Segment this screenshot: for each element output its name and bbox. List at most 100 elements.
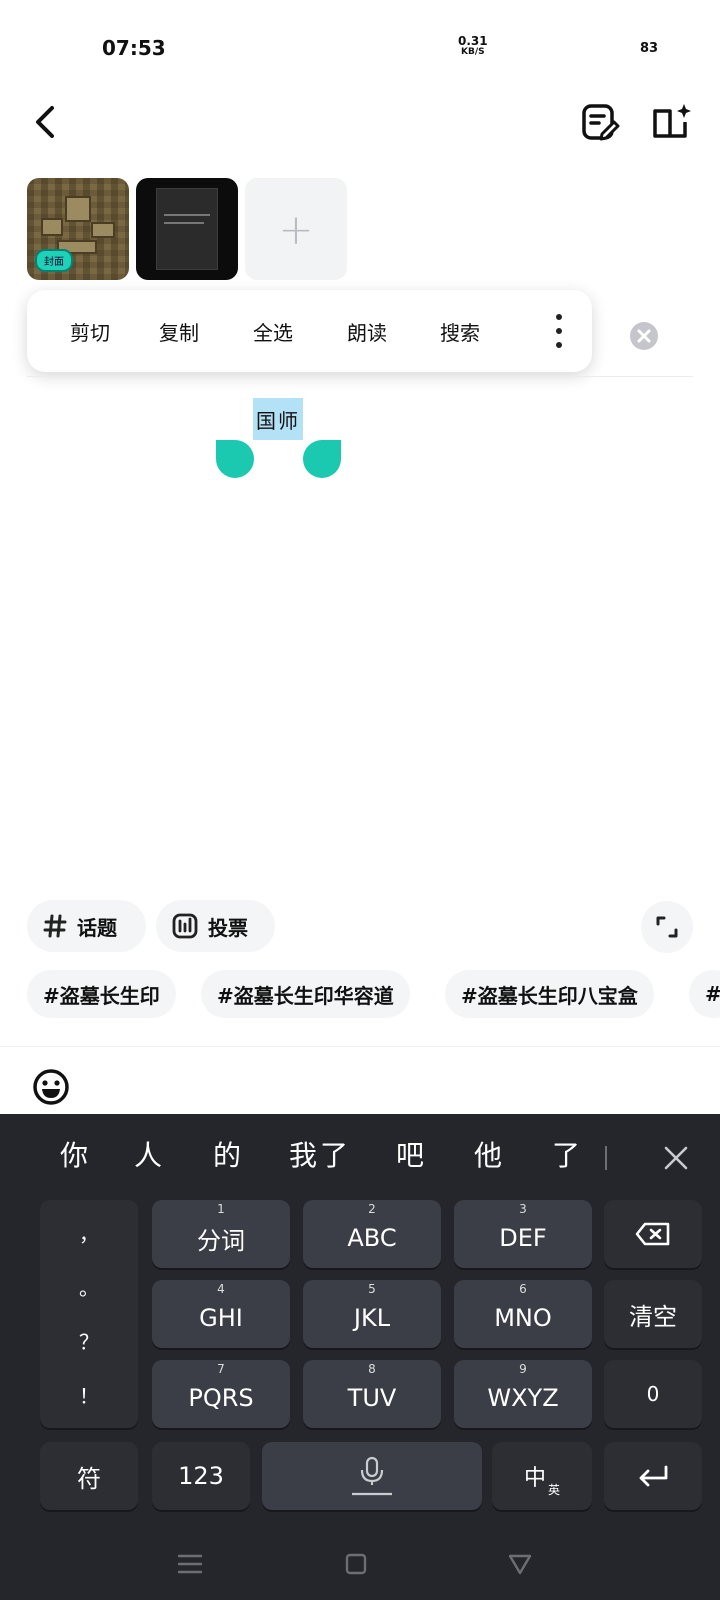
candidate-word[interactable]: 了 (320, 1134, 348, 1174)
key-0[interactable]: 0 (604, 1360, 702, 1428)
back-triangle-icon (508, 1554, 532, 1575)
tag-chip[interactable]: #盗墓长生印八宝盒 (445, 970, 654, 1018)
key-label: 0 (646, 1382, 660, 1406)
key-1[interactable]: 1 分词 (152, 1200, 290, 1268)
key-8[interactable]: 8 TUV (303, 1360, 441, 1428)
tag-chip[interactable]: #盗墓长生印华容道 (201, 970, 410, 1018)
candidate-word[interactable]: 我 (289, 1134, 317, 1174)
key-label: JKL (353, 1304, 391, 1332)
key-4[interactable]: 4 GHI (152, 1280, 290, 1348)
numbers-key-label: 123 (178, 1462, 224, 1490)
punct-period-key[interactable]: 。 (40, 1272, 138, 1301)
space-key[interactable] (262, 1442, 482, 1510)
poll-icon (172, 913, 198, 939)
key-label: PQRS (188, 1384, 254, 1412)
read-aloud-menu-item[interactable]: 朗读 (347, 290, 387, 372)
key-2[interactable]: 2 ABC (303, 1200, 441, 1268)
expand-editor-button[interactable] (641, 901, 693, 953)
punct-question-key[interactable]: ？ (40, 1326, 138, 1355)
punctuation-column: ， 。 ？ ！ (40, 1200, 138, 1428)
expand-icon (656, 916, 678, 938)
chevron-left-icon (36, 106, 54, 138)
key-7[interactable]: 7 PQRS (152, 1360, 290, 1428)
candidate-separator (605, 1146, 607, 1170)
network-speed-value: 0.31 (458, 34, 488, 48)
symbols-key[interactable]: 符 (40, 1442, 138, 1510)
lang-sub-label: 英 (548, 1482, 561, 1497)
plus-icon: + (278, 204, 314, 254)
candidate-word[interactable]: 了 (552, 1134, 580, 1174)
selection-handle-end[interactable] (303, 440, 341, 478)
microphone-icon (352, 1456, 392, 1496)
language-switch-key[interactable]: 中 英 (492, 1442, 592, 1510)
key-label: WXYZ (487, 1384, 559, 1412)
topic-label: 话题 (77, 915, 117, 940)
enter-key[interactable] (604, 1442, 702, 1510)
home-nav-button[interactable] (334, 1542, 378, 1586)
search-menu-item[interactable]: 搜索 (440, 290, 480, 372)
candidate-word[interactable]: 他 (474, 1134, 502, 1174)
backspace-key[interactable] (604, 1200, 702, 1268)
key-5[interactable]: 5 JKL (303, 1280, 441, 1348)
key-9[interactable]: 9 WXYZ (454, 1360, 592, 1428)
more-options-icon[interactable] (547, 314, 571, 348)
image-thumbnail[interactable] (136, 178, 238, 280)
clear-title-button[interactable] (630, 322, 658, 350)
key-number: 7 (217, 1362, 225, 1376)
add-image-button[interactable]: + (245, 178, 347, 280)
candidate-word[interactable]: 人 (134, 1134, 162, 1174)
back-button[interactable] (24, 98, 66, 146)
title-divider (27, 376, 693, 377)
vote-button[interactable]: 投票 (156, 900, 275, 952)
image-strip: 封面 + (27, 178, 347, 280)
candidate-word[interactable]: 吧 (396, 1134, 424, 1174)
key-number: 4 (217, 1282, 225, 1296)
text-selection-menu: 剪切 复制 全选 朗读 搜索 (27, 290, 592, 372)
key-label: 分词 (197, 1226, 245, 1255)
select-all-menu-item[interactable]: 全选 (253, 290, 293, 372)
topic-button[interactable]: 话题 (27, 900, 146, 952)
close-icon (637, 329, 651, 343)
close-icon (664, 1146, 688, 1170)
key-number: 2 (368, 1202, 376, 1216)
clear-key[interactable]: 清空 (604, 1280, 702, 1348)
punct-exclaim-key[interactable]: ！ (40, 1380, 138, 1409)
image-thumbnail-cover[interactable]: 封面 (27, 178, 129, 280)
copy-menu-item[interactable]: 复制 (159, 290, 199, 372)
battery-level: 83 (640, 41, 659, 56)
symbols-key-label: 符 (77, 1464, 101, 1493)
key-label: TUV (347, 1384, 397, 1412)
system-nav-bar (0, 1530, 720, 1600)
emoji-button[interactable] (32, 1068, 70, 1106)
candidate-word[interactable]: 的 (213, 1134, 241, 1174)
key-3[interactable]: 3 DEF (454, 1200, 592, 1268)
status-bar: 07:53 0.31 KB/S 83 (0, 0, 720, 90)
key-number: 6 (519, 1282, 527, 1296)
lang-main-label: 中 (523, 1466, 546, 1491)
numbers-key[interactable]: 123 (152, 1442, 250, 1510)
toolbar-divider (0, 1046, 720, 1047)
selection-handle-start[interactable] (216, 440, 254, 478)
candidate-word[interactable]: 你 (60, 1134, 88, 1174)
selected-text[interactable]: 国师 (253, 398, 303, 440)
menu-icon (177, 1554, 203, 1574)
tag-chip[interactable]: # (689, 970, 720, 1018)
draft-edit-button[interactable] (576, 98, 624, 146)
network-speed-unit: KB/S (461, 47, 485, 57)
templates-button[interactable] (648, 98, 696, 146)
cut-menu-item[interactable]: 剪切 (70, 290, 110, 372)
note-edit-icon (582, 104, 620, 141)
key-label: ABC (347, 1224, 397, 1252)
tag-chip[interactable]: #盗墓长生印 (27, 970, 176, 1018)
hashtag-icon (43, 914, 67, 938)
network-speed: 0.31 KB/S (458, 34, 488, 58)
enter-icon (639, 1465, 668, 1487)
menu-nav-button[interactable] (168, 1542, 212, 1586)
punct-comma-key[interactable]: ， (40, 1218, 138, 1247)
suggested-tags: #盗墓长生印 #盗墓长生印华容道 #盗墓长生印八宝盒 # (27, 970, 720, 1020)
key-6[interactable]: 6 MNO (454, 1280, 592, 1348)
close-candidates-button[interactable] (660, 1142, 692, 1174)
book-sparkle-icon (653, 104, 691, 138)
back-nav-button[interactable] (498, 1542, 542, 1586)
key-label: DEF (499, 1224, 547, 1252)
